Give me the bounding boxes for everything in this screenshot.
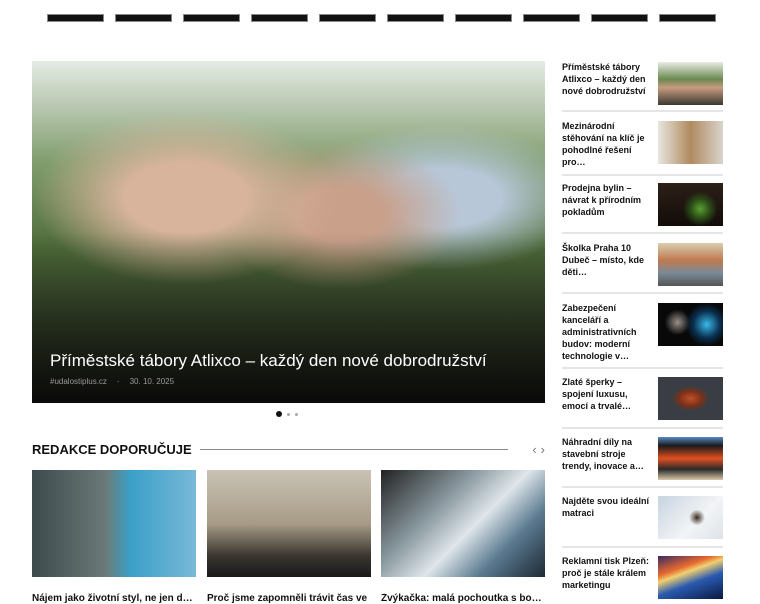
sidebar-thumbnail[interactable] <box>658 556 723 599</box>
sidebar-item[interactable]: Školka Praha 10 Dubeč – místo, kde děti… <box>562 242 723 286</box>
divider <box>562 546 723 548</box>
nav-item[interactable] <box>659 14 716 22</box>
sidebar-item-title[interactable]: Školka Praha 10 Dubeč – místo, kde děti… <box>562 242 650 278</box>
sidebar-item[interactable]: Příměstské tábory Atlixco – každý den no… <box>562 61 723 105</box>
card-image[interactable] <box>32 470 196 577</box>
section-header: REDAKCE DOPORUČUJE ‹ › <box>32 442 545 457</box>
top-nav <box>47 14 716 22</box>
sidebar-item-title[interactable]: Náhradní díly na stavební stroje trendy,… <box>562 436 650 472</box>
sidebar-item-title[interactable]: Zabezpečení kanceláří a administrativníc… <box>562 302 650 362</box>
sidebar-item[interactable]: Najděte svou ideální matraci <box>562 495 723 539</box>
divider <box>562 486 723 488</box>
card-caption[interactable]: Proč jsme zapomněli trávit čas ve <box>207 593 371 604</box>
divider <box>562 367 723 369</box>
nav-item[interactable] <box>387 14 444 22</box>
slider-dot[interactable] <box>295 412 298 416</box>
sidebar-item[interactable]: Zabezpečení kanceláří a administrativníc… <box>562 302 723 362</box>
nav-item[interactable] <box>47 14 104 22</box>
nav-item[interactable] <box>183 14 240 22</box>
sidebar-thumbnail[interactable] <box>658 437 723 480</box>
divider <box>562 427 723 429</box>
nav-item[interactable] <box>591 14 648 22</box>
sidebar-item-title[interactable]: Příměstské tábory Atlixco – každý den no… <box>562 61 650 97</box>
sidebar-item-title[interactable]: Prodejna bylin – návrat k přírodním pokl… <box>562 182 650 218</box>
sidebar-thumbnail[interactable] <box>658 243 723 286</box>
hero-source[interactable]: #udalostiplus.cz <box>50 377 107 386</box>
sidebar-item-title[interactable]: Reklamní tisk Plzeň: proč je stále krále… <box>562 555 650 591</box>
sidebar-item-title[interactable]: Zlaté šperky – spojení luxusu, emocí a t… <box>562 376 650 412</box>
sidebar-item[interactable]: Prodejna bylin – návrat k přírodním pokl… <box>562 182 723 226</box>
nav-item[interactable] <box>251 14 308 22</box>
sidebar-thumbnail[interactable] <box>658 183 723 226</box>
section-title: REDAKCE DOPORUČUJE <box>32 442 192 457</box>
sidebar-item[interactable]: Zlaté šperky – spojení luxusu, emocí a t… <box>562 376 723 420</box>
hero-date: 30. 10. 2025 <box>129 377 175 386</box>
nav-item[interactable] <box>115 14 172 22</box>
article-card[interactable]: Žvýkačka: malá pochoutka s bohatou <box>381 470 545 604</box>
card-image[interactable] <box>381 470 545 577</box>
sidebar-item-title[interactable]: Mezinárodní stěhování na klíč je pohodln… <box>562 120 650 168</box>
divider <box>562 110 723 112</box>
card-caption[interactable]: Nájem jako životní styl, ne jen dočasné… <box>32 593 196 604</box>
slider-dot[interactable] <box>276 411 282 417</box>
divider <box>562 232 723 234</box>
slider-dot[interactable] <box>287 412 290 416</box>
sidebar-thumbnail[interactable] <box>658 496 723 539</box>
card-caption[interactable]: Žvýkačka: malá pochoutka s bohatou <box>381 593 545 604</box>
divider <box>199 449 509 450</box>
sidebar-item-title[interactable]: Najděte svou ideální matraci <box>562 495 650 519</box>
hero-meta: #udalostiplus.cz · 30. 10. 2025 <box>50 377 175 386</box>
sidebar-item[interactable]: Mezinárodní stěhování na klíč je pohodln… <box>562 120 723 168</box>
divider <box>562 292 723 294</box>
nav-item[interactable] <box>455 14 512 22</box>
article-card[interactable]: Proč jsme zapomněli trávit čas ve <box>207 470 371 604</box>
divider <box>562 174 723 176</box>
prev-arrow-icon[interactable]: ‹ <box>532 442 536 457</box>
nav-item[interactable] <box>523 14 580 22</box>
sidebar-thumbnail[interactable] <box>658 377 723 420</box>
slider-dots <box>276 411 298 417</box>
sidebar-item[interactable]: Náhradní díly na stavební stroje trendy,… <box>562 436 723 480</box>
sidebar-item[interactable]: Reklamní tisk Plzeň: proč je stále krále… <box>562 555 723 599</box>
hero-title[interactable]: Příměstské tábory Atlixco – každý den no… <box>50 351 487 371</box>
article-card[interactable]: Nájem jako životní styl, ne jen dočasné… <box>32 470 196 604</box>
sidebar-thumbnail[interactable] <box>658 121 723 164</box>
sidebar-thumbnail[interactable] <box>658 303 723 346</box>
card-image[interactable] <box>207 470 371 577</box>
hero-slide[interactable]: Příměstské tábory Atlixco – každý den no… <box>32 61 545 403</box>
next-arrow-icon[interactable]: › <box>541 442 545 457</box>
sidebar-thumbnail[interactable] <box>658 62 723 105</box>
nav-item[interactable] <box>319 14 376 22</box>
